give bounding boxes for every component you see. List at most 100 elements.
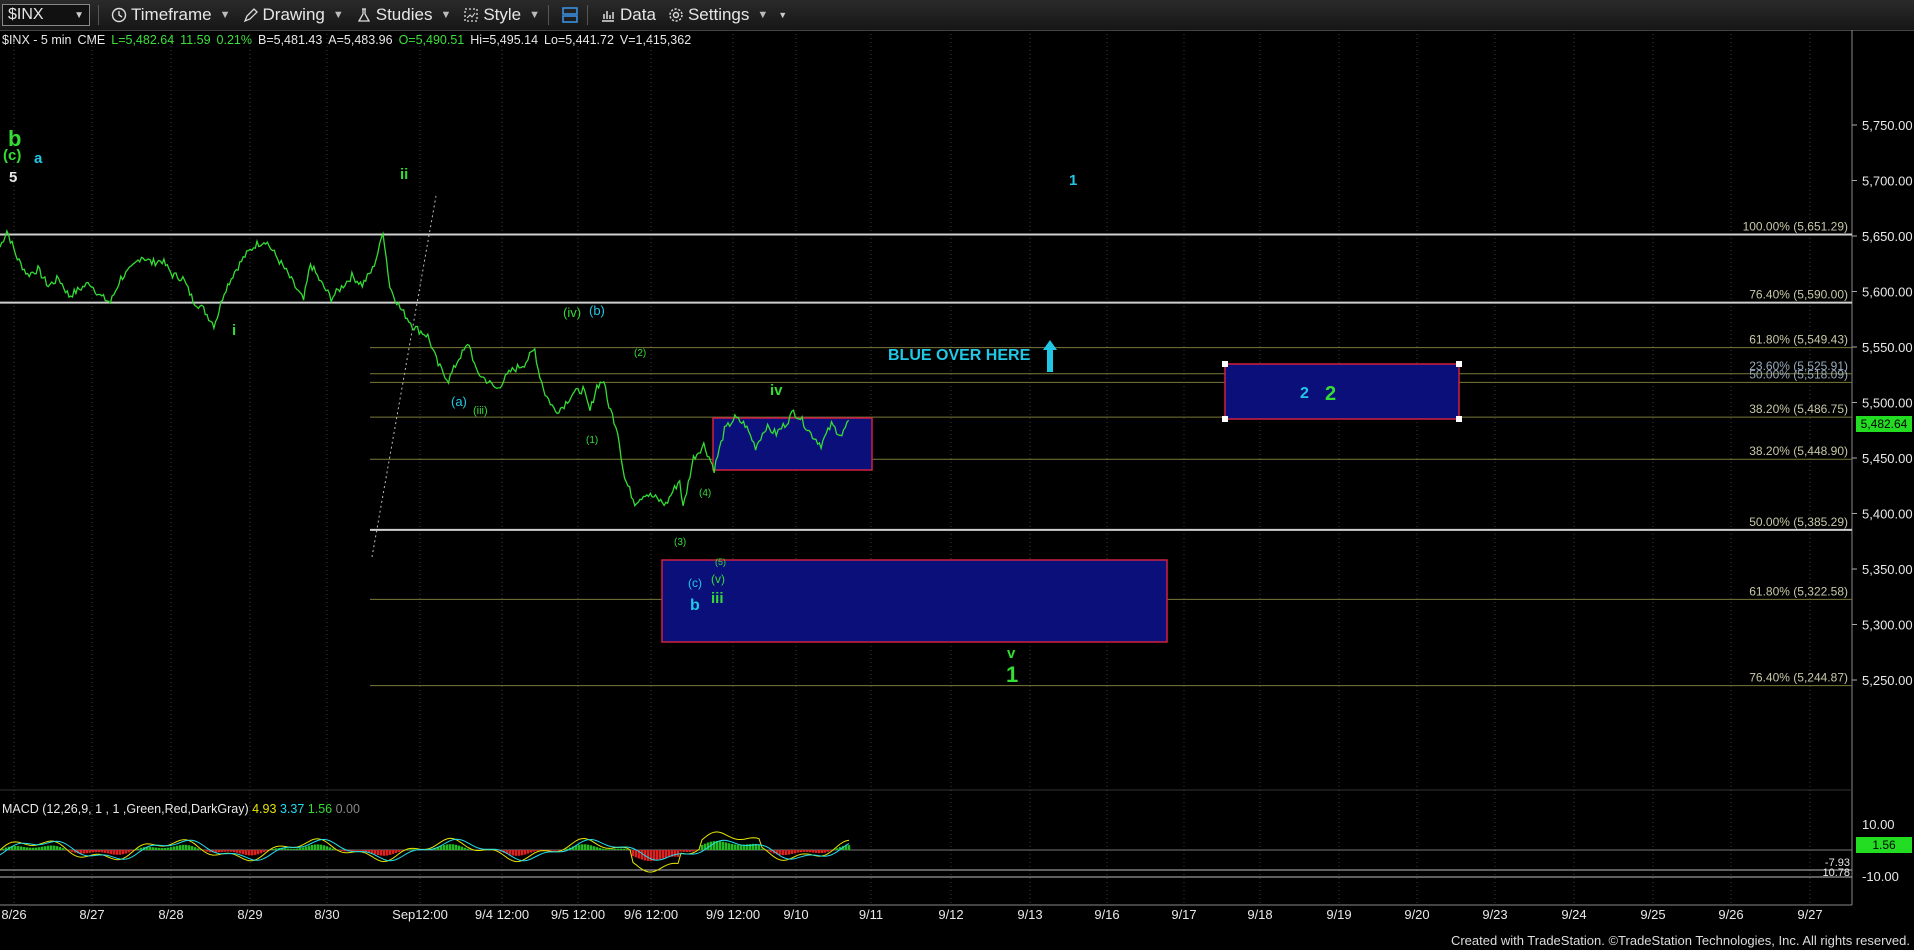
macd-value-1: 4.93 (252, 802, 277, 816)
wave-label-5: 5 (9, 169, 18, 186)
fib-level-label: 61.80% (5,549.43) (1749, 333, 1848, 347)
wave-label-iii: iii (711, 590, 724, 607)
gear-icon (668, 7, 684, 23)
wave-label-v-paren: (v) (711, 572, 725, 586)
price-tick-label: 5,650.00 (1862, 229, 1913, 244)
timeframe-menu[interactable]: Timeframe ▼ (111, 5, 231, 25)
toolbar-overflow-icon[interactable]: ▼ (778, 10, 787, 20)
caret-down-icon: ▼ (757, 9, 769, 21)
price-tick-label: 5,250.00 (1862, 673, 1913, 688)
fib-level-label: 100.00% (5,651.29) (1743, 220, 1848, 234)
style-menu[interactable]: Style ▼ (463, 5, 540, 25)
bar-chart-icon (600, 7, 616, 23)
wave-label-2-green: 2 (1325, 383, 1337, 405)
style-icon (463, 7, 479, 23)
price-tick-label: 5,750.00 (1862, 118, 1913, 133)
price-tick-label: 5,600.00 (1862, 285, 1913, 300)
target-box-v (661, 559, 1168, 643)
macd-value-3: 1.56 (307, 802, 333, 816)
info-bid: B=5,481.43 (257, 33, 323, 47)
price-tick-label: 5,300.00 (1862, 618, 1913, 633)
info-volume: V=1,415,362 (619, 33, 692, 47)
settings-label: Settings (687, 5, 750, 24)
target-box-iv (712, 417, 873, 471)
time-tick-label: 9/16 (1094, 907, 1119, 922)
wave-label-c: (c) (3, 147, 22, 164)
target-box-2 (1224, 363, 1460, 420)
time-tick-label: 9/4 12:00 (475, 907, 529, 922)
price-tick-label: 5,450.00 (1862, 451, 1913, 466)
wave-label-1-paren: (1) (586, 435, 599, 446)
info-change: 11.59 (180, 33, 211, 47)
time-tick-label: Sep12:00 (392, 907, 448, 922)
box-handle (1456, 416, 1462, 422)
price-series-line (0, 228, 850, 508)
info-ask: A=5,483.96 (328, 33, 393, 47)
drawing-label: Drawing (262, 5, 325, 24)
arrow-up-icon (1040, 338, 1060, 379)
wave-label-2-paren: (2) (634, 348, 647, 359)
blue-over-here-label: BLUE OVER HERE (888, 347, 1031, 364)
fib-level-label: 38.20% (5,486.75) (1749, 402, 1848, 416)
wave-label-c-paren: (c) (688, 576, 702, 590)
time-tick-label: 9/9 12:00 (706, 907, 760, 922)
wave-label-iv: iv (770, 382, 783, 399)
time-tick-label: 8/26 (1, 907, 26, 922)
info-change-pct: 0.21% (216, 33, 252, 47)
time-tick-label: 8/27 (79, 907, 104, 922)
studies-menu[interactable]: Studies ▼ (356, 5, 452, 25)
time-tick-label: 9/13 (1017, 907, 1042, 922)
fib-level-label: 76.40% (5,244.87) (1749, 671, 1848, 685)
wave-label-iv-paren: (iv) (563, 305, 582, 320)
macd-level-label: -7.93 (1825, 857, 1850, 869)
time-tick-label: 9/25 (1640, 907, 1665, 922)
time-tick-label: 8/29 (237, 907, 262, 922)
flask-icon (356, 7, 372, 23)
wave-label-5-paren: (5) (715, 557, 726, 567)
trendline (371, 195, 437, 558)
macd-value-4: 0.00 (335, 802, 360, 816)
clock-icon (111, 7, 127, 23)
studies-label: Studies (375, 5, 433, 24)
wave-label-a: a (34, 150, 43, 167)
chevron-down-icon: ▼ (74, 9, 84, 21)
price-tick-label: 5,700.00 (1862, 174, 1913, 189)
toolbar-divider (98, 5, 99, 25)
layout-button[interactable] (561, 6, 579, 24)
symbol-text: $INX (8, 6, 44, 23)
wave-label-2-blue: 2 (1300, 385, 1309, 402)
caret-down-icon: ▼ (219, 9, 231, 21)
macd-legend: MACD (12,26,9, 1 , 1 ,Green,Red,DarkGray… (2, 802, 360, 816)
data-menu[interactable]: Data (600, 5, 656, 25)
style-label: Style (483, 5, 522, 24)
info-high: Hi=5,495.14 (470, 33, 539, 47)
price-tick-label: 5,550.00 (1862, 340, 1913, 355)
settings-menu[interactable]: Settings ▼ (668, 5, 768, 25)
wave-label-1-green: 1 (1006, 662, 1019, 687)
time-tick-label: 9/6 12:00 (624, 907, 678, 922)
macd-signal-line (0, 838, 850, 862)
fib-level-label: 23.60% (5,525.91) (1749, 359, 1848, 373)
time-tick-label: 9/10 (783, 907, 808, 922)
macd-label: MACD (12,26,9, 1 , 1 ,Green,Red,DarkGray… (2, 802, 249, 816)
time-tick-label: 9/27 (1797, 907, 1822, 922)
chart-toolbar: $INX ▼ Timeframe ▼ Drawing ▼ Studies ▼ S… (0, 0, 1914, 31)
time-tick-label: 9/24 (1561, 907, 1586, 922)
macd-current-tag: 1.56 (1856, 837, 1912, 853)
time-tick-label: 9/20 (1404, 907, 1429, 922)
info-exchange: CME (77, 33, 106, 47)
drawing-menu[interactable]: Drawing ▼ (243, 5, 344, 25)
caret-down-icon: ▼ (440, 9, 452, 21)
wave-label-4-paren: (4) (699, 488, 712, 499)
wave-label-a-paren: (a) (451, 394, 467, 409)
wave-label-3-paren: (3) (674, 537, 687, 548)
price-tick-label: 5,500.00 (1862, 396, 1913, 411)
wave-label-ii: ii (400, 166, 409, 183)
symbol-input[interactable]: $INX ▼ (2, 4, 90, 26)
info-low: Lo=5,441.72 (544, 33, 614, 47)
time-tick-label: 9/19 (1326, 907, 1351, 922)
box-handle (1222, 416, 1228, 422)
timeframe-label: Timeframe (131, 5, 212, 24)
info-last: L=5,482.64 (111, 33, 175, 47)
macd-value-2: 3.37 (279, 802, 305, 816)
